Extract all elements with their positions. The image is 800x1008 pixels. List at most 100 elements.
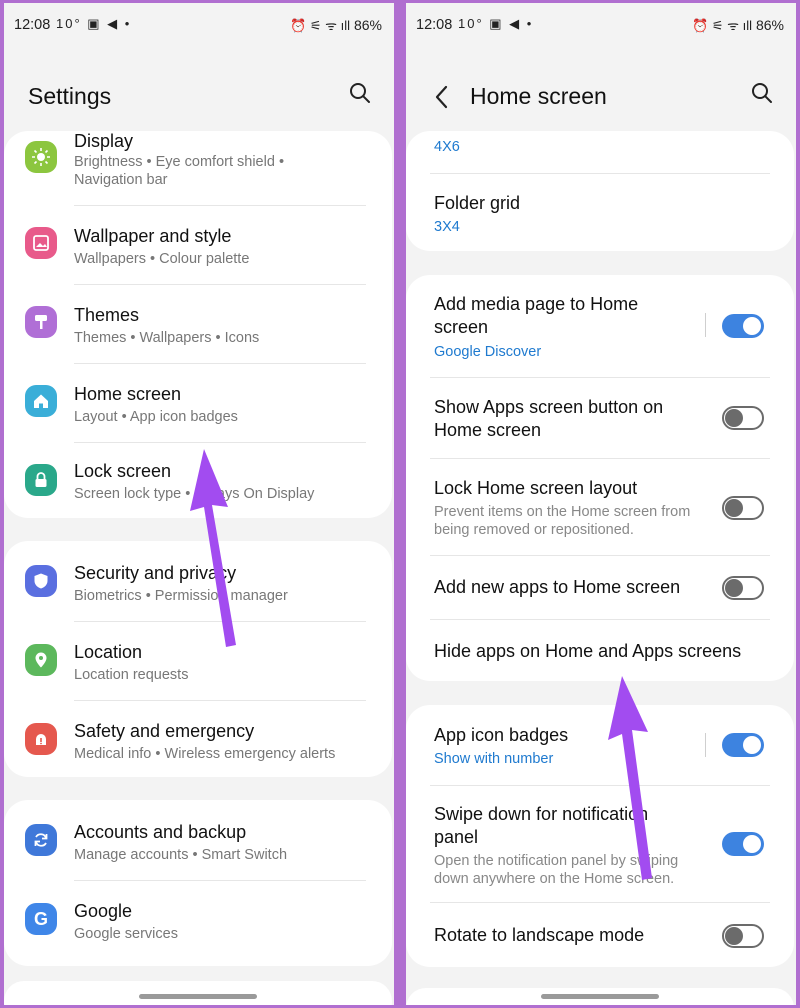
item-subtitle: Google services <box>74 926 178 942</box>
temperature: 10° <box>56 16 82 31</box>
rotate-landscape-row[interactable]: Rotate to landscape mode <box>406 903 794 967</box>
swipe-down-toggle[interactable] <box>722 832 764 856</box>
status-bar: 12:08 10° ▣ ◀ • ⏰ ⚟ ᯤ ıll 86% <box>406 3 796 51</box>
item-subtitle: Layout • App icon badges <box>74 409 238 425</box>
wallpaper-icon <box>25 227 57 259</box>
settings-item-safety[interactable]: Safety and emergency Medical info • Wire… <box>4 701 392 777</box>
toggle-knob <box>725 579 743 597</box>
google-icon: G <box>25 903 57 935</box>
item-title: Google <box>74 901 133 921</box>
toggle-knob <box>725 499 743 517</box>
rotate-title: Rotate to landscape mode <box>434 925 645 945</box>
folder-grid-row[interactable]: Folder grid 3X4 <box>406 174 794 251</box>
show-apps-title-1: Show Apps screen button on <box>434 397 664 417</box>
lock-layout-toggle[interactable] <box>722 496 764 520</box>
page-title: Settings <box>28 83 112 109</box>
app-icon-badges-row[interactable]: App icon badges Show with number <box>406 705 794 783</box>
status-bar: 12:08 10° ▣ ◀ • ⏰ ⚟ ᯤ ıll 86% <box>4 3 394 51</box>
settings-item-home-screen[interactable]: Home screen Layout • App icon badges <box>4 364 392 442</box>
lock-icon <box>25 464 57 496</box>
home-options-group: Add media page to Home screen Google Dis… <box>406 275 794 681</box>
home-indicator <box>541 994 659 999</box>
apps-screen-grid-row[interactable]: 4X6 <box>406 131 794 173</box>
status-right-icons: ⏰ ⚟ ᯤ ıll 86% <box>290 17 382 33</box>
settings-item-accounts[interactable]: Accounts and backup Manage accounts • Sm… <box>4 800 392 880</box>
hide-apps-title: Hide apps on Home and Apps screens <box>434 641 742 661</box>
lock-layout-row[interactable]: Lock Home screen layout Prevent items on… <box>406 459 794 555</box>
item-subtitle: Manage accounts • Smart Switch <box>74 847 288 863</box>
rotate-toggle[interactable] <box>722 924 764 948</box>
settings-item-themes[interactable]: Themes Themes • Wallpapers • Icons <box>4 285 392 363</box>
shield-icon <box>25 565 57 597</box>
paint-roller-icon <box>25 306 57 338</box>
status-right-icons: ⏰ ⚟ ᯤ ıll 86% <box>692 17 784 33</box>
badges-title: App icon badges <box>434 725 569 745</box>
apps-grid-value: 4X6 <box>434 139 460 155</box>
item-title: Safety and emergency <box>74 721 255 741</box>
hide-apps-row[interactable]: Hide apps on Home and Apps screens <box>406 620 794 681</box>
add-new-apps-title: Add new apps to Home screen <box>434 577 681 597</box>
item-subtitle: Brightness • Eye comfort shield • <box>74 154 285 170</box>
settings-item-wallpaper[interactable]: Wallpaper and style Wallpapers • Colour … <box>4 206 392 284</box>
status-time: 12:08 <box>416 17 453 33</box>
status-left-icons: 10° ▣ ◀ • <box>458 16 534 31</box>
add-media-page-row[interactable]: Add media page to Home screen Google Dis… <box>406 275 794 375</box>
arrow-annotation <box>608 676 652 880</box>
add-new-apps-row[interactable]: Add new apps to Home screen <box>406 556 794 619</box>
status-time: 12:08 <box>14 17 51 33</box>
temperature: 10° <box>458 16 484 31</box>
swipe-down-row[interactable]: Swipe down for notification panel Open t… <box>406 786 794 902</box>
home-icon <box>25 385 57 417</box>
search-icon[interactable] <box>750 81 774 105</box>
battery-level: 86% <box>755 17 784 33</box>
item-subtitle: Themes • Wallpapers • Icons <box>74 330 260 346</box>
settings-item-google[interactable]: G Google Google services <box>4 881 392 961</box>
grid-settings-group: 4X6 Folder grid 3X4 <box>406 131 794 251</box>
badges-value: Show with number <box>434 751 554 767</box>
show-apps-button-row[interactable]: Show Apps screen button on Home screen <box>406 378 794 458</box>
sun-icon <box>25 141 57 173</box>
item-subtitle: Medical info • Wireless emergency alerts <box>74 746 336 762</box>
item-title: Accounts and backup <box>74 822 247 842</box>
toggle-knob <box>725 927 743 945</box>
media-page-title-1: Add media page to Home <box>434 294 639 314</box>
back-icon[interactable] <box>432 83 452 111</box>
media-page-toggle[interactable] <box>722 314 764 338</box>
show-apps-toggle[interactable] <box>722 406 764 430</box>
item-title: Lock screen <box>74 461 172 481</box>
item-title: Display <box>74 131 134 151</box>
badges-toggle[interactable] <box>722 733 764 757</box>
item-title: Location <box>74 642 143 662</box>
lock-layout-sub-1: Prevent items on the Home screen from <box>434 504 691 520</box>
lock-layout-title: Lock Home screen layout <box>434 478 638 498</box>
settings-group-4 <box>4 981 392 1005</box>
separator <box>705 733 706 757</box>
toggle-knob <box>725 409 743 427</box>
add-new-apps-toggle[interactable] <box>722 576 764 600</box>
toggle-knob <box>743 835 761 853</box>
lock-layout-sub-2: being removed or repositioned. <box>434 522 634 538</box>
toggle-knob <box>743 317 761 335</box>
status-left-icons: 10° ▣ ◀ • <box>56 16 132 31</box>
item-subtitle: Wallpapers • Colour palette <box>74 251 250 267</box>
item-subtitle-2: Navigation bar <box>74 172 168 188</box>
show-apps-title-2: Home screen <box>434 420 542 440</box>
settings-group-3: Accounts and backup Manage accounts • Sm… <box>4 800 392 966</box>
folder-grid-value: 3X4 <box>434 219 460 235</box>
separator <box>705 313 706 337</box>
item-title: Home screen <box>74 384 182 404</box>
settings-screen: 12:08 10° ▣ ◀ • ⏰ ⚟ ᯤ ıll 86% Settings Di… <box>4 3 394 1005</box>
folder-grid-title: Folder grid <box>434 193 521 213</box>
badges-and-gestures-group: App icon badges Show with number Swipe d… <box>406 705 794 967</box>
toggle-knob <box>743 736 761 754</box>
search-icon[interactable] <box>348 81 372 105</box>
swipe-title-2: panel <box>434 827 479 847</box>
sync-icon <box>25 824 57 856</box>
page-title: Home screen <box>470 83 607 109</box>
location-pin-icon <box>25 644 57 676</box>
settings-item-display[interactable]: Display Brightness • Eye comfort shield … <box>4 131 392 205</box>
item-subtitle: Location requests <box>74 667 189 683</box>
item-title: Wallpaper and style <box>74 226 232 246</box>
arrow-annotation <box>190 449 236 647</box>
media-page-title-2: screen <box>434 317 489 337</box>
